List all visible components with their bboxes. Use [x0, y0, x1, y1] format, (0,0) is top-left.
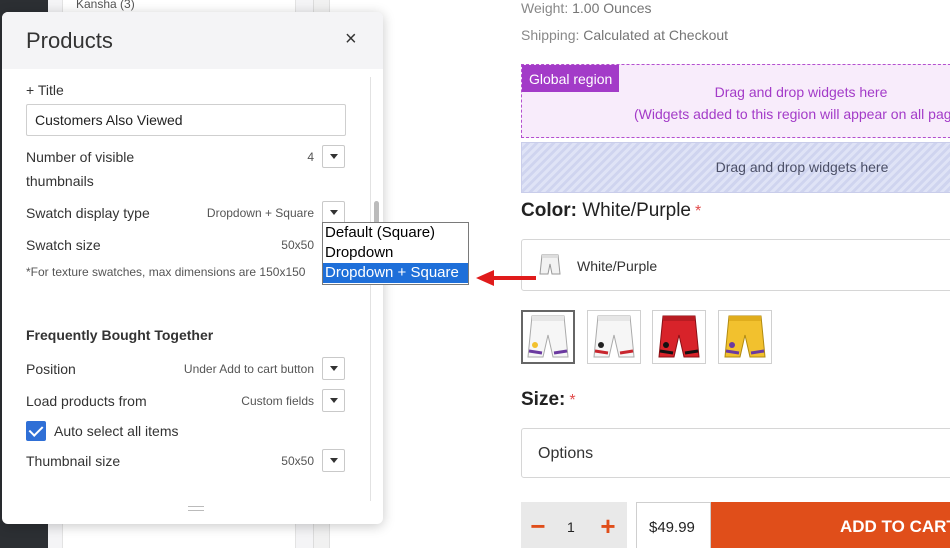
- dropdown-option-dropdown-square[interactable]: Dropdown + Square: [323, 263, 468, 283]
- swatch-display-options: Default (Square) Dropdown Dropdown + Squ…: [322, 222, 469, 285]
- qty-plus-button[interactable]: +: [593, 512, 623, 542]
- color-label: Color:: [521, 200, 577, 221]
- shipping-line: Shipping: Calculated at Checkout: [521, 27, 728, 43]
- thumb-size-label: Thumbnail size: [26, 453, 121, 469]
- color-selected: White/Purple: [582, 200, 691, 221]
- resize-grip-icon[interactable]: [188, 506, 204, 511]
- weight-value: 1.00 Ounces: [572, 0, 652, 16]
- required-mark: *: [695, 203, 702, 220]
- add-to-cart-button[interactable]: ADD TO CART: [711, 502, 950, 548]
- dropdown-option-dropdown[interactable]: Dropdown: [323, 243, 468, 263]
- panel-title: Products: [26, 28, 113, 53]
- color-option-label: Color: White/Purple *: [521, 200, 701, 222]
- position-label: Position: [26, 361, 76, 377]
- drop-zone-text: Drag and drop widgets here: [715, 159, 889, 175]
- swatch-white-red[interactable]: [587, 310, 641, 364]
- auto-select-checkbox[interactable]: [26, 421, 46, 441]
- size-select-value: Options: [538, 445, 594, 462]
- color-select[interactable]: White/Purple: [521, 239, 950, 291]
- global-region-note: (Widgets added to this region will appea…: [634, 106, 950, 122]
- swatch-red[interactable]: [652, 310, 706, 364]
- price-box: $49.99: [636, 502, 711, 548]
- shorts-yellow-icon: [724, 315, 766, 358]
- visible-thumbs-label-1: Number of visible: [26, 149, 135, 165]
- shorts-white-purple-icon: [527, 315, 569, 358]
- position-dropdown[interactable]: [322, 357, 345, 380]
- title-input-field[interactable]: [26, 104, 346, 136]
- color-select-value: White/Purple: [577, 258, 658, 274]
- price-value: $49.99: [649, 519, 695, 536]
- close-icon[interactable]: ×: [345, 29, 357, 49]
- panel-header: Products ×: [2, 12, 383, 69]
- swatch-yellow[interactable]: [718, 310, 772, 364]
- position-value: Under Add to cart button: [183, 362, 314, 376]
- title-input[interactable]: [27, 105, 345, 135]
- size-required-mark: *: [569, 392, 576, 409]
- dropdown-option-default-square[interactable]: Default (Square): [323, 223, 468, 243]
- qty-minus-button[interactable]: −: [523, 512, 553, 542]
- qty-value[interactable]: 1: [567, 519, 575, 535]
- fbt-section-title: Frequently Bought Together: [26, 327, 214, 343]
- thumb-size-value: 50x50: [281, 454, 314, 468]
- texture-note: *For texture swatches, max dimensions ar…: [26, 265, 306, 279]
- shorts-red-icon: [658, 315, 700, 358]
- load-from-label: Load products from: [26, 393, 147, 409]
- title-toggle[interactable]: + Title: [26, 78, 64, 102]
- drop-zone[interactable]: Drag and drop widgets here: [521, 142, 950, 193]
- swatch-display-label: Swatch display type: [26, 205, 150, 221]
- sidebar-item-kansha[interactable]: Kansha (3): [76, 0, 135, 11]
- panel-scrollbar[interactable]: [370, 77, 382, 501]
- red-arrow-icon: [476, 270, 536, 286]
- swatch-display-value: Dropdown + Square: [206, 206, 314, 220]
- panel-body: + Title Number of visible thumbnails 4 S…: [2, 69, 383, 524]
- shipping-key: Shipping:: [521, 27, 580, 43]
- add-to-cart-label: ADD TO CART: [840, 517, 950, 536]
- global-region[interactable]: Global region Drag and drop widgets here…: [521, 64, 950, 138]
- visible-thumbs-label-2: thumbnails: [26, 173, 94, 189]
- visible-thumbs-dropdown[interactable]: [322, 145, 345, 168]
- shorts-white-red-icon: [593, 315, 635, 358]
- thumb-size-dropdown[interactable]: [322, 449, 345, 472]
- size-select[interactable]: Options: [521, 428, 950, 478]
- size-option-label: Size: *: [521, 389, 576, 411]
- weight-line: Weight: 1.00 Ounces: [521, 0, 652, 16]
- swatch-display-dropdown[interactable]: [322, 201, 345, 224]
- visible-thumbs-value: 4: [307, 150, 314, 164]
- global-drag-text: Drag and drop widgets here: [714, 84, 888, 100]
- load-from-value: Custom fields: [241, 394, 314, 408]
- shipping-value: Calculated at Checkout: [583, 27, 729, 43]
- swatch-white-purple[interactable]: [521, 310, 575, 364]
- swatch-size-value: 50x50: [281, 238, 314, 252]
- swatch-size-label: Swatch size: [26, 237, 101, 253]
- auto-select-label: Auto select all items: [54, 423, 179, 439]
- size-label: Size:: [521, 389, 566, 410]
- quantity-stepper: − 1 +: [521, 502, 627, 548]
- shorts-thumbnail-icon: [539, 254, 561, 275]
- load-from-dropdown[interactable]: [322, 389, 345, 412]
- weight-key: Weight:: [521, 0, 569, 16]
